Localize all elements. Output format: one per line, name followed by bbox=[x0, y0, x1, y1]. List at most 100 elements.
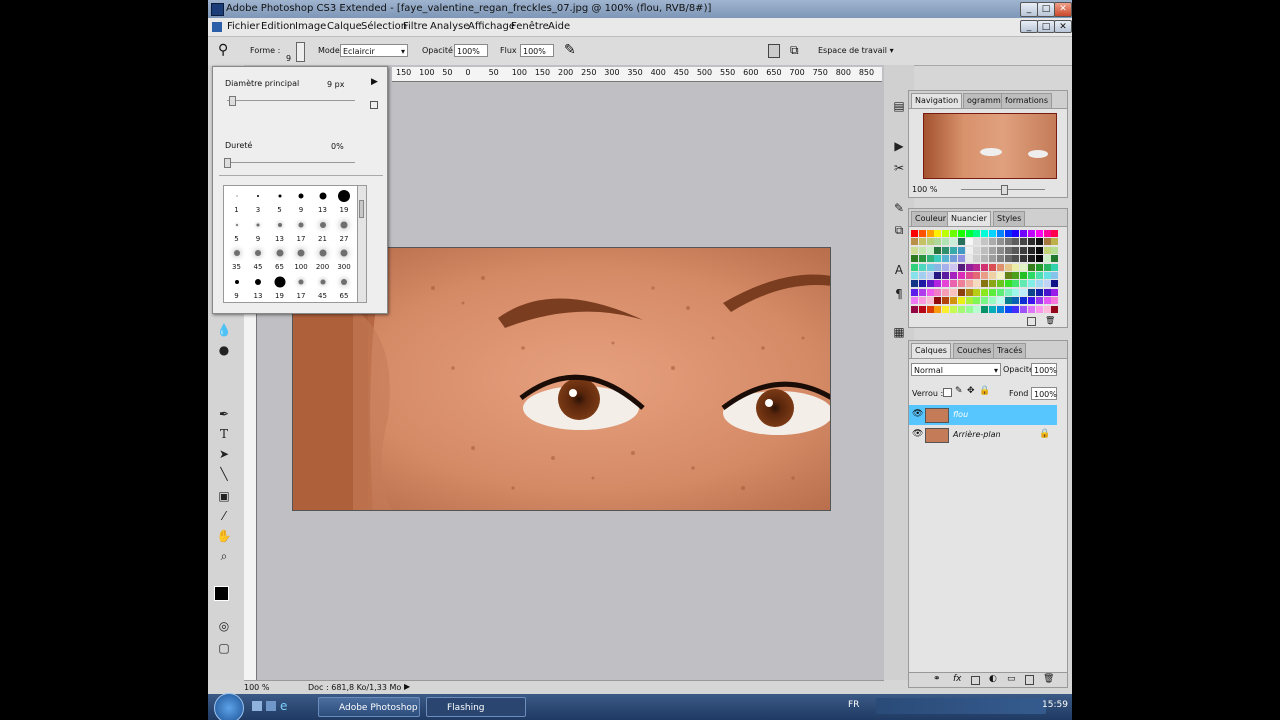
palette-well-icon[interactable] bbox=[768, 44, 780, 58]
color-swatch[interactable] bbox=[926, 297, 934, 305]
color-swatch[interactable] bbox=[957, 263, 965, 271]
color-swatch[interactable] bbox=[934, 230, 942, 237]
menu-affichage[interactable]: Affichage bbox=[468, 21, 515, 32]
show-desktop-icon[interactable] bbox=[252, 701, 262, 711]
color-swatch[interactable] bbox=[926, 280, 934, 288]
color-swatch[interactable] bbox=[1028, 280, 1035, 288]
color-swatch[interactable] bbox=[1004, 280, 1012, 288]
color-swatch[interactable] bbox=[1020, 230, 1028, 237]
color-swatch[interactable] bbox=[1051, 305, 1059, 313]
menu-fenetre[interactable]: Fenêtre bbox=[511, 21, 549, 32]
brush-preset[interactable]: 21 bbox=[312, 216, 333, 244]
color-swatch[interactable] bbox=[996, 305, 1004, 313]
color-swatch[interactable] bbox=[973, 297, 981, 305]
color-swatch[interactable] bbox=[934, 297, 942, 305]
history-panel-icon[interactable]: ▤ bbox=[889, 97, 909, 115]
color-swatch[interactable] bbox=[934, 288, 942, 296]
tab-calques[interactable]: Calques bbox=[911, 343, 951, 358]
color-swatch[interactable] bbox=[934, 305, 942, 313]
reset-size-icon[interactable] bbox=[370, 101, 378, 109]
color-swatch[interactable] bbox=[1004, 255, 1012, 263]
color-swatch[interactable] bbox=[1051, 288, 1059, 296]
color-swatch[interactable] bbox=[942, 263, 950, 271]
doc-close-button[interactable]: ✕ bbox=[1054, 20, 1072, 33]
color-swatch[interactable] bbox=[926, 288, 934, 296]
color-swatch[interactable] bbox=[950, 263, 957, 271]
diameter-slider[interactable] bbox=[227, 100, 355, 101]
brush-preset[interactable]: 19 bbox=[334, 187, 355, 215]
color-swatch[interactable] bbox=[973, 263, 981, 271]
color-swatch[interactable] bbox=[981, 255, 989, 263]
color-swatch[interactable] bbox=[911, 280, 918, 288]
brush-preset[interactable]: 13 bbox=[248, 273, 269, 301]
color-swatch[interactable] bbox=[1051, 297, 1059, 305]
color-swatch[interactable] bbox=[965, 230, 973, 237]
color-swatch[interactable] bbox=[1004, 246, 1012, 254]
color-swatch[interactable] bbox=[1028, 230, 1035, 237]
color-swatch[interactable] bbox=[973, 288, 981, 296]
brush-preset[interactable]: 65 bbox=[334, 273, 355, 301]
fill-field[interactable]: 100% bbox=[1031, 387, 1057, 400]
color-swatch[interactable] bbox=[1028, 305, 1035, 313]
mode-select[interactable]: Eclaircir ▾ bbox=[340, 44, 408, 57]
brush-preset[interactable]: 13 bbox=[269, 216, 290, 244]
color-swatch[interactable] bbox=[1035, 263, 1043, 271]
color-swatch[interactable] bbox=[965, 280, 973, 288]
color-swatch[interactable] bbox=[957, 305, 965, 313]
brush-preset[interactable]: 65 bbox=[269, 244, 290, 272]
color-swatch[interactable] bbox=[934, 238, 942, 246]
color-swatch[interactable] bbox=[950, 255, 957, 263]
color-swatch[interactable] bbox=[911, 288, 918, 296]
tab-couches[interactable]: Couches bbox=[953, 343, 996, 358]
status-zoom[interactable]: 100 % bbox=[244, 683, 269, 692]
menu-analyse[interactable]: Analyse bbox=[430, 21, 469, 32]
color-swatch[interactable] bbox=[918, 246, 926, 254]
color-swatch[interactable] bbox=[1004, 288, 1012, 296]
color-swatch[interactable] bbox=[1051, 280, 1059, 288]
layer-comps-icon[interactable]: ▦ bbox=[889, 323, 909, 341]
color-swatch[interactable] bbox=[926, 246, 934, 254]
color-swatch[interactable] bbox=[989, 230, 996, 237]
layer-style-icon[interactable]: fx bbox=[953, 674, 962, 684]
airbrush-icon[interactable]: ✎ bbox=[564, 42, 576, 58]
character-panel-icon[interactable]: A bbox=[889, 261, 909, 279]
swatch-grid[interactable] bbox=[910, 229, 1060, 315]
adjustment-layer-icon[interactable]: ◐ bbox=[989, 674, 997, 684]
color-swatch[interactable] bbox=[911, 238, 918, 246]
color-swatch[interactable] bbox=[1051, 255, 1059, 263]
tab-informations[interactable]: formations bbox=[1001, 93, 1053, 108]
color-swatch[interactable] bbox=[918, 272, 926, 279]
color-swatch[interactable] bbox=[1020, 297, 1028, 305]
menu-calque[interactable]: Calque bbox=[327, 21, 362, 32]
color-swatch[interactable] bbox=[981, 230, 989, 237]
color-swatch[interactable] bbox=[973, 272, 981, 279]
color-swatch[interactable] bbox=[942, 272, 950, 279]
status-arrow-icon[interactable]: ▶ bbox=[404, 682, 410, 691]
navigator-thumbnail[interactable] bbox=[923, 113, 1057, 179]
hardness-slider[interactable] bbox=[227, 162, 355, 163]
type-tool-icon[interactable]: T bbox=[214, 425, 234, 443]
color-swatch[interactable] bbox=[918, 297, 926, 305]
color-swatch[interactable] bbox=[1051, 246, 1059, 254]
color-swatch[interactable] bbox=[957, 272, 965, 279]
layer-row-background[interactable]: 👁 Arrière-plan 🔒 bbox=[909, 425, 1057, 445]
delete-swatch-icon[interactable]: 🗑 bbox=[1045, 316, 1055, 325]
blend-mode-select[interactable]: Normal ▾ bbox=[911, 363, 1001, 376]
color-swatch[interactable] bbox=[965, 246, 973, 254]
lock-all-icon[interactable]: 🔒 bbox=[979, 386, 990, 396]
color-swatch[interactable] bbox=[989, 280, 996, 288]
minimize-button[interactable]: _ bbox=[1020, 2, 1038, 17]
lock-transparency-icon[interactable] bbox=[943, 388, 952, 397]
brush-preset[interactable]: 45 bbox=[248, 244, 269, 272]
color-swatch[interactable] bbox=[973, 238, 981, 246]
color-swatch[interactable] bbox=[996, 230, 1004, 237]
color-swatch[interactable] bbox=[942, 246, 950, 254]
color-swatch[interactable] bbox=[989, 246, 996, 254]
color-swatch[interactable] bbox=[1035, 272, 1043, 279]
zoom-slider-thumb[interactable] bbox=[1001, 185, 1008, 195]
menu-filtre[interactable]: Filtre bbox=[403, 21, 428, 32]
workspace-menu[interactable]: Espace de travail ▾ bbox=[818, 46, 894, 55]
quick-mask-icon[interactable]: ◎ bbox=[214, 617, 234, 635]
color-swatch[interactable] bbox=[1035, 288, 1043, 296]
color-swatch[interactable] bbox=[989, 272, 996, 279]
